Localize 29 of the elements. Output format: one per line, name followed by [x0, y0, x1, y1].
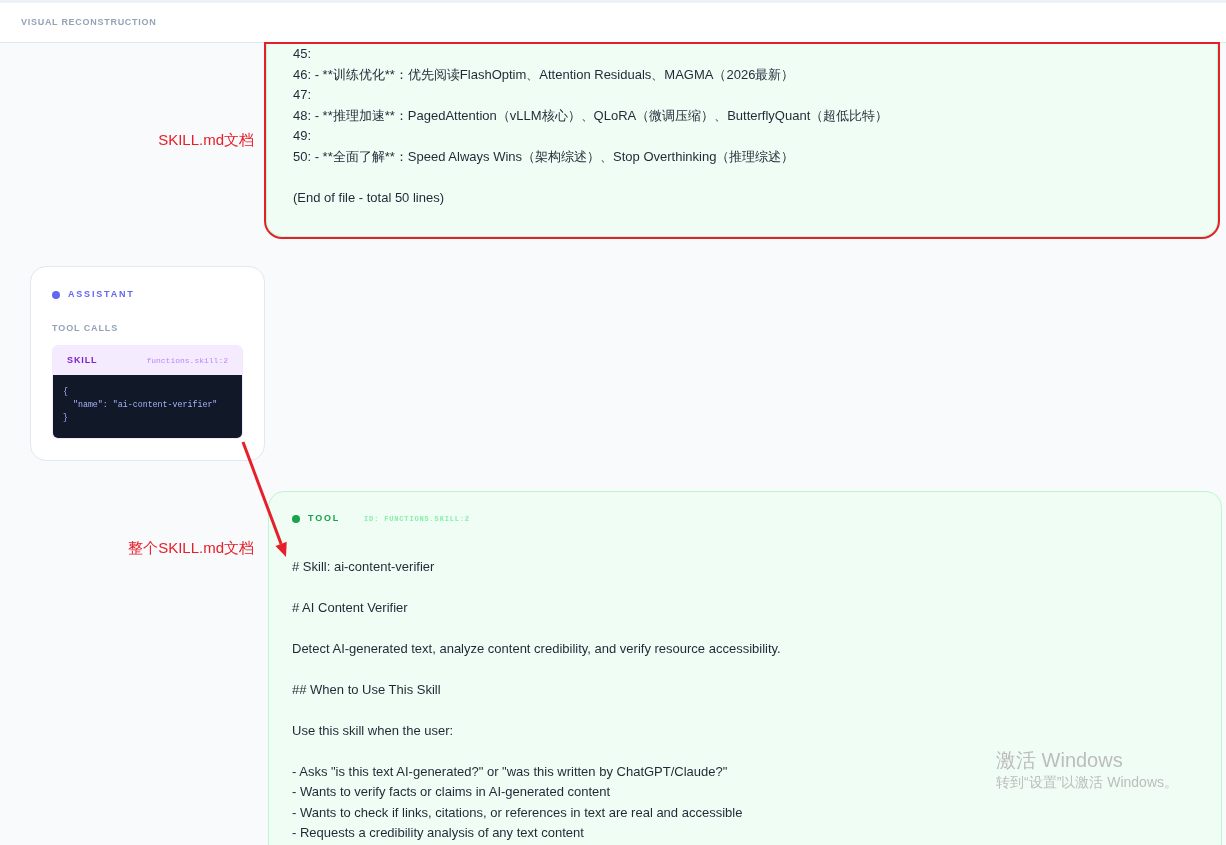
section-label: TOOL CALLS: [52, 321, 120, 335]
text-line: 45:: [293, 45, 312, 63]
text-line: - Wants to verify facts or claims in AI-generated content: [292, 783, 611, 801]
role-label: TOOL: [308, 512, 341, 525]
call-id: functions.skill:2: [146, 354, 228, 367]
tool-name: SKILL: [67, 353, 98, 367]
text-line: - Asks "is this text AI-generated?" or "was this written by ChatGPT/Claude?": [292, 762, 728, 781]
text-line: Use this skill when the user:: [292, 721, 454, 740]
code-text: { "name": "ai-content-verifier" }: [63, 386, 219, 424]
text-line: - Requests a credibility analysis of any text content: [292, 824, 584, 842]
page-title: VISUAL RECONSTRUCTION: [21, 15, 157, 29]
text-line: 47:: [293, 86, 312, 104]
text-line: # AI Content Verifier: [292, 598, 408, 617]
status-dot: [292, 514, 300, 523]
role-label: ASSISTANT: [68, 288, 135, 301]
text-line: 46: - **训练优化**：优先阅读FlashOptim、Attention Residuals、MAGMA（2026最新）: [293, 65, 795, 84]
status-dot: [52, 290, 60, 299]
activation-title: 激活 Windows: [996, 748, 1124, 772]
text-line: Detect AI-generated text, analyze content credibility, and verify resource accessibility.: [292, 639, 781, 658]
text-line: # Skill: ai-content-verifier: [292, 557, 435, 576]
text-line: 49:: [293, 127, 312, 145]
text-line: 50: - **全面了解**：Speed Always Wins（架构综述）、Stop Overthinking（推理综述）: [293, 147, 795, 166]
activation-message: 转到“设置”以激活 Windows。: [996, 773, 1178, 792]
annotation-label: 整个SKILL.md文档: [128, 538, 254, 558]
annotation-label: SKILL.md文档: [158, 129, 254, 150]
text-line: ## When to Use This Skill: [292, 680, 441, 699]
text-line: - Wants to check if links, citations, or references in text are real and accessible: [292, 803, 743, 822]
text-line: 48: - **推理加速**：PagedAttention（vLLM核心）、QLoRA（微调压缩）、ButterflyQuant（超低比特）: [293, 106, 889, 125]
text-line: (End of file - total 50 lines): [293, 188, 445, 207]
